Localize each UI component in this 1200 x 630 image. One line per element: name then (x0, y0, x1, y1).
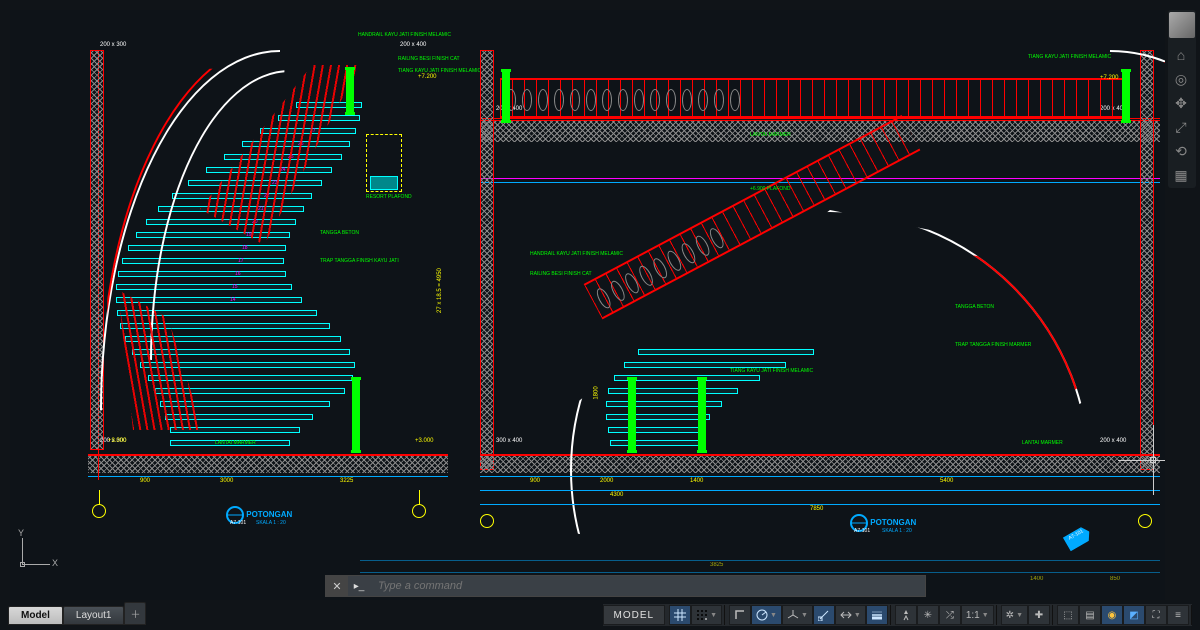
lbl-plafond-left: RESORT PLAFOND (366, 194, 412, 200)
lbl-plafond-r: +6.900 PLAFOND (750, 186, 790, 192)
dim-col-left-r: 200 x 400 (400, 42, 426, 48)
dim-left-span1: 900 (140, 478, 150, 484)
lbl-tangga-left: TANGGA BETON (320, 230, 359, 236)
dim-h1: 1800 (594, 386, 600, 399)
lbl-handrail-left: HANDRAIL KAYU JATI FINISH MELAMIC (358, 32, 451, 38)
dim-left-span2: 3000 (220, 478, 233, 484)
command-input[interactable] (370, 576, 925, 596)
lbl-lantai-left: LANTAI MARMER (215, 440, 256, 446)
lbl-railing-left: RAILING BESI FINISH CAT (398, 56, 460, 62)
workspace-switch[interactable]: ✲▼ (1001, 605, 1028, 625)
orbit-icon[interactable]: ⟲ (1169, 140, 1193, 162)
el-top-r: +7.200 (1100, 75, 1119, 81)
units-toggle[interactable]: ⬚ (1057, 605, 1079, 625)
modelspace-button[interactable]: MODEL (603, 605, 666, 625)
drawing-canvas[interactable]: 3000 900 3225 200 x 300 200 x 300 200 x … (10, 10, 1165, 600)
steering-wheel-icon[interactable]: ◎ (1169, 68, 1193, 90)
lbl-tiang-left: TIANG KAYU JATI FINISH MELAMIC (398, 68, 481, 74)
command-line: ✕ ▸_ (325, 575, 926, 597)
lbl-trap-r: TRAP TANGGA FINISH MARMER (955, 342, 1031, 348)
annoscale-icon[interactable] (895, 605, 917, 625)
command-history-icon[interactable]: ▸_ (348, 576, 370, 596)
lbl-handrail-r: HANDRAIL KAYU JATI FINISH MELAMIC (530, 251, 623, 257)
ucs-icon: X Y (14, 532, 54, 572)
dim-r-total: 7850 (810, 506, 823, 512)
tab-layout1[interactable]: Layout1 (63, 606, 125, 625)
layout-tabs: Model Layout1 ＋ (8, 605, 146, 625)
annotation-monitor[interactable]: ✚ (1028, 605, 1050, 625)
lineweight-toggle[interactable] (866, 605, 888, 625)
el-top-left: +7.200 (418, 74, 437, 80)
snap-toggle[interactable]: ▼ (691, 605, 722, 625)
dim-col-r-l2: 300 x 400 (496, 438, 522, 444)
tab-model[interactable]: Model (8, 606, 63, 625)
lbl-tiang2-r: TIANG KAYU JATI FINISH MELAMIC (730, 368, 813, 374)
el-bot-left-l: +3.000 (108, 438, 127, 444)
status-bar: MODEL ▼ ▼ ▼ ▼ ✳ ⤮ 1:1▼ ✲▼ ✚ ⬚ ▤ ◉ ◩ ⛶ ≡ (603, 604, 1192, 626)
viewcube[interactable] (1169, 12, 1195, 38)
lbl-railing-r: RAILING BESI FINISH CAT (530, 271, 592, 277)
view-scale-right: SKALA 1 : 20 (882, 528, 912, 534)
annotation-scale[interactable]: 1:1▼ (961, 605, 994, 625)
dim-r-span4: 5400 (940, 478, 953, 484)
ortho-toggle[interactable] (729, 605, 751, 625)
pan-icon[interactable]: ✥ (1169, 92, 1193, 114)
annovis-toggle[interactable]: ✳ (917, 605, 939, 625)
section-tag (1063, 525, 1094, 552)
polar-toggle[interactable]: ▼ (751, 605, 782, 625)
navigation-toolbar: ⌂ ◎ ✥ ⤢ ⟲ ▦ (1168, 10, 1196, 188)
lbl-trap-left: TRAP TANGGA FINISH KAYU JATI (320, 258, 399, 264)
autoscale-toggle[interactable]: ⤮ (939, 605, 961, 625)
dim-r-sub1: 4300 (610, 492, 623, 498)
zoom-extents-icon[interactable]: ⤢ (1169, 116, 1193, 138)
view-ref-right: A7-101 (854, 528, 870, 534)
isolate-objects[interactable]: ◩ (1123, 605, 1145, 625)
command-close-icon[interactable]: ✕ (326, 576, 348, 596)
dim-col-left-l: 200 x 300 (100, 42, 126, 48)
dim-r-span1: 900 (530, 478, 540, 484)
lbl-tiang-r: TIANG KAYU JATI FINISH MELAMIC (1028, 54, 1111, 60)
isodraft-toggle[interactable]: ▼ (782, 605, 813, 625)
otrack-toggle[interactable]: ▼ (835, 605, 866, 625)
dim-r-span2: 2000 (600, 478, 613, 484)
cleanscreen-toggle[interactable]: ⛶ (1145, 605, 1167, 625)
nav-home-icon[interactable]: ⌂ (1169, 44, 1193, 66)
dim-col-r-r2: 200 x 400 (1100, 438, 1126, 444)
add-layout-button[interactable]: ＋ (124, 602, 146, 625)
dim-below3: 1400 (1030, 576, 1043, 582)
customize-statusbar[interactable]: ≡ (1167, 605, 1189, 625)
dim-r-span3: 1400 (690, 478, 703, 484)
lbl-lantai-top: LANTAI MARMER (750, 132, 791, 138)
osnap-toggle[interactable] (813, 605, 835, 625)
grid-toggle[interactable] (669, 605, 691, 625)
lbl-tangga-r: TANGGA BETON (955, 304, 994, 310)
view-scale-left: SKALA 1 : 20 (256, 520, 286, 526)
dim-below4: 850 (1110, 576, 1120, 582)
view-ref-left: A7-101 (230, 520, 246, 526)
showmotion-icon[interactable]: ▦ (1169, 164, 1193, 186)
quickprops-toggle[interactable]: ▤ (1079, 605, 1101, 625)
dim-left-span3: 3225 (340, 478, 353, 484)
lbl-lantai-bot: LANTAI MARMER (1022, 440, 1063, 446)
dim-riser: 27 x 18.5 = 4950 (437, 268, 443, 313)
hardware-accel-toggle[interactable]: ◉ (1101, 605, 1123, 625)
dim-below1: 3825 (710, 562, 723, 568)
el-bot-left-r: +3.000 (415, 438, 434, 444)
